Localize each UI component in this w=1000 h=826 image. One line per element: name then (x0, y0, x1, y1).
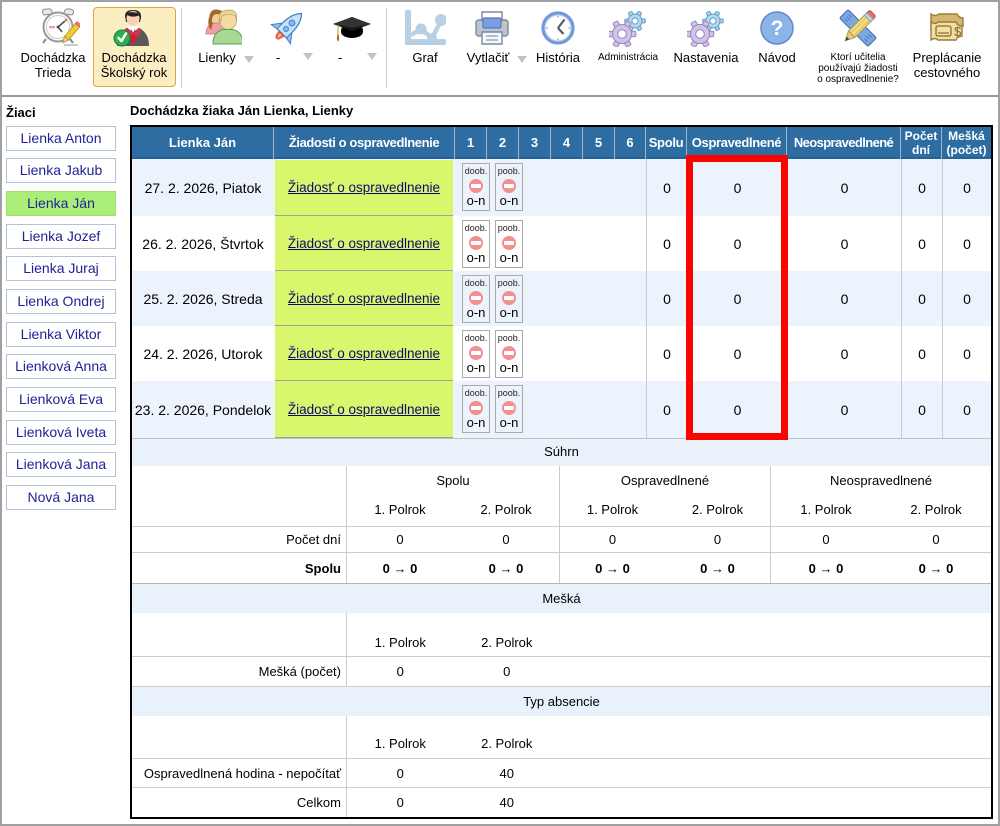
svg-text:?: ? (771, 17, 784, 40)
svg-text:$: $ (954, 24, 962, 39)
